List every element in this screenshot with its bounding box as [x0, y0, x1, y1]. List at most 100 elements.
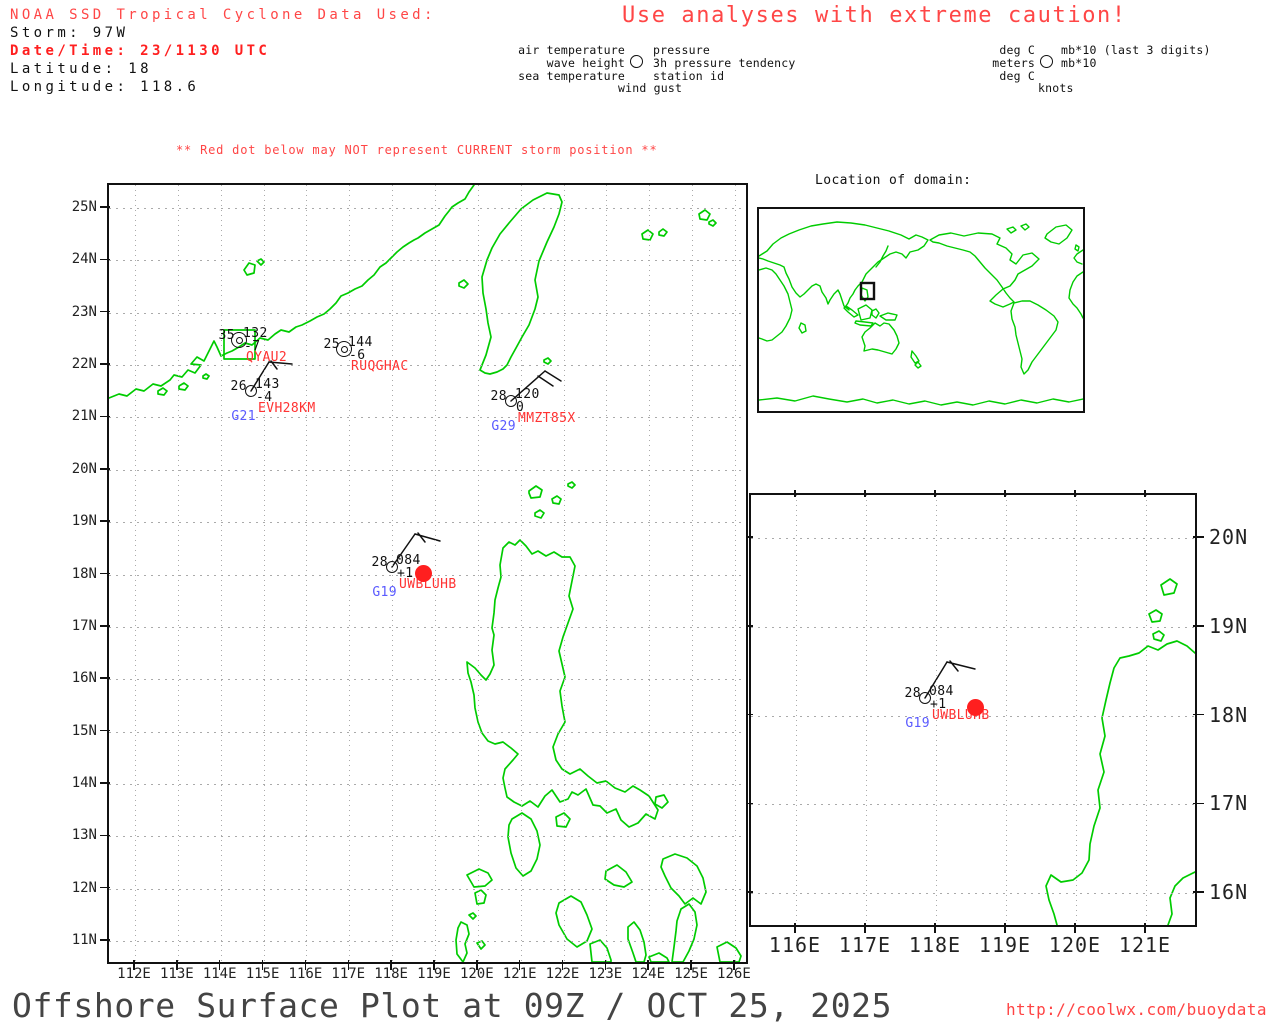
coastline-madagascar [798, 322, 807, 334]
axis-label-lon: 123E [588, 966, 623, 982]
gridline-h [109, 941, 746, 943]
gridline-h [109, 731, 746, 733]
axis-label-lat: 15N [71, 722, 97, 739]
coastline-panay [555, 895, 593, 948]
axis-label-lon: 116E [768, 933, 822, 957]
station-id: MMZT85X [518, 411, 576, 426]
axis-label-lat: 25N [71, 199, 97, 215]
gridline-h [109, 260, 746, 262]
coastline-south-america [1010, 300, 1059, 375]
axis-tick-lat [100, 677, 110, 679]
storm-position-dot [966, 698, 984, 716]
station-air-temp: 26 [230, 379, 247, 394]
axis-tick-lon [1004, 490, 1006, 497]
axis-tick-lon [1004, 923, 1006, 933]
coastline-negros [589, 939, 612, 962]
zoom-map-canvas: 28 084 +1 UWBLUHB G19 [751, 495, 1195, 925]
domain-inset-title: Location of domain: [815, 173, 972, 188]
legend-wave-height: wave height [546, 56, 625, 70]
axis-label-lon: 118E [908, 933, 962, 957]
axis-tick-lat [746, 891, 753, 893]
axis-tick-lat [746, 802, 753, 804]
axis-label-lon: 116E [288, 966, 323, 982]
gridline-h [109, 679, 746, 681]
axis-label-lon: 122E [545, 966, 580, 982]
coastline-borneo-sulawesi [857, 304, 880, 321]
gridline-h [109, 522, 746, 524]
gridline-v [220, 185, 222, 962]
gridline-v [796, 495, 797, 925]
axis-label-lat: 12N [71, 879, 97, 896]
gridline-v [477, 185, 479, 962]
coastline-islets-n [243, 258, 265, 276]
axis-label-lon: 120E [459, 966, 494, 982]
coastline-africa-right [1068, 271, 1083, 319]
coastline-north-america [929, 232, 1040, 308]
legend-air-temp: air temperature [518, 43, 625, 57]
zoom-inset-map: 28 084 +1 UWBLUHB G19 [749, 493, 1197, 927]
coastline-leyte [671, 903, 698, 962]
station-circle-legend-icon [630, 55, 643, 68]
station-id: RUQGHAC [351, 359, 409, 374]
gridline-v [1146, 495, 1147, 925]
coastline-babuyan [528, 481, 576, 519]
gridline-v [135, 185, 136, 962]
caution-title: Use analyses with extreme caution! [622, 3, 1127, 28]
gridline-v [434, 185, 436, 962]
world-coastlines [759, 221, 1083, 406]
coastline-uk [1074, 244, 1080, 252]
axis-label-lat: 17N [71, 617, 97, 634]
axis-label-lat: 18N [1209, 702, 1249, 727]
axis-tick-lon [1074, 490, 1076, 497]
gridline-v [349, 185, 351, 962]
axis-tick-lat [100, 310, 110, 313]
plot-title: Offshore Surface Plot at 09Z / OCT 25, 2… [12, 986, 893, 1024]
gridline-h [751, 538, 1195, 539]
axis-tick-lon [864, 923, 866, 933]
gridline-h [751, 893, 1195, 894]
axis-tick-lon [864, 490, 866, 497]
gridline-v [606, 185, 608, 962]
legend-sea-temp: sea temperature [518, 69, 625, 83]
axis-label-lon: 115E [245, 966, 280, 982]
axis-tick-lon [934, 923, 936, 933]
axis-tick-lat [746, 713, 753, 716]
gridline-v [563, 185, 565, 962]
axis-label-lat: 14N [71, 774, 97, 791]
gridline-v [649, 185, 651, 962]
axis-tick-lat [746, 536, 753, 538]
coastline-bohol [648, 952, 670, 962]
axis-label-lat: 20N [71, 460, 97, 477]
coastline-catanduanes [654, 794, 669, 809]
gridline-h [109, 783, 746, 785]
station-source-tag: G19 [905, 716, 930, 731]
offshore-surface-plot: NOAA SSD Tropical Cyclone Data Used: Sto… [0, 0, 1280, 1024]
legend-3h-tendency: 3h pressure tendency [653, 56, 796, 70]
axis-label-lon: 121E [1118, 933, 1172, 957]
gridline-v [866, 495, 867, 925]
wind-barb [417, 532, 426, 543]
station-air-temp: 28 [490, 389, 507, 404]
axis-label-lat: 20N [1209, 525, 1249, 549]
station-source-tag: G19 [372, 585, 397, 600]
coastline-babuyan-zoom [1148, 578, 1178, 642]
source-url: http://coolwx.com/buoydata [1006, 1000, 1267, 1019]
axis-tick-lat [100, 782, 110, 784]
legend-unit-degc-sea: deg C [999, 69, 1035, 83]
axis-label-lat: 19N [1209, 613, 1249, 638]
gridline-v [734, 185, 736, 962]
axis-tick-lon [794, 490, 796, 497]
axis-tick-lon [1144, 490, 1146, 497]
coastline-mindoro [507, 812, 541, 877]
axis-label-lat: 18N [71, 565, 97, 582]
coastline-masbate [604, 864, 633, 888]
coastline-luzon-se-zoom [1167, 871, 1195, 925]
legend-unit-meters: meters [992, 56, 1035, 70]
axis-label-lon: 114E [202, 966, 237, 982]
coastline-africa-left [759, 267, 793, 342]
axis-label-lat: 22N [71, 356, 97, 373]
header-noaa-line: NOAA SSD Tropical Cyclone Data Used: [10, 7, 436, 23]
gridline-h [109, 626, 746, 628]
station-circle-inner [340, 345, 348, 353]
axis-label-lon: 119E [978, 933, 1032, 957]
